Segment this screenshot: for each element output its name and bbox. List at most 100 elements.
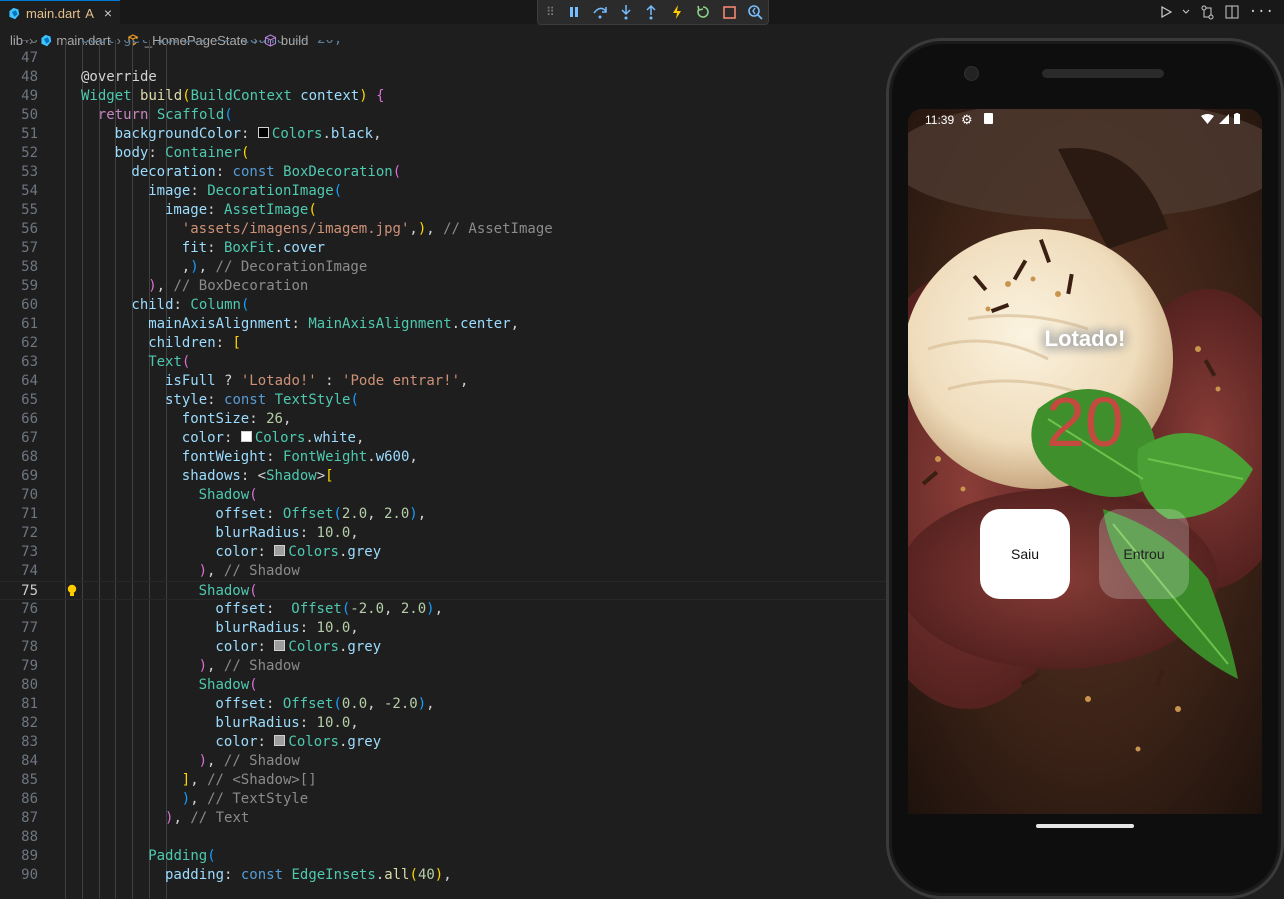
code-token: : (316, 373, 343, 389)
code-token: ) (359, 88, 368, 104)
hot-reload-icon[interactable] (664, 2, 690, 22)
code-line[interactable]: 74), // Shadow (0, 562, 886, 581)
code-line[interactable]: 76 offset: Offset(-2.0, 2.0), (0, 600, 886, 619)
gesture-nav-bar[interactable] (1036, 824, 1134, 828)
code-line[interactable]: 61 mainAxisAlignment: MainAxisAlignment.c… (0, 315, 886, 334)
code-line[interactable]: 50 return Scaffold( (0, 106, 886, 125)
code-line[interactable]: 69 shadows: <Shadow>[ (0, 467, 886, 486)
code-line[interactable]: 46 bool get isFull => count == 20; (0, 40, 886, 49)
code-text: Text( (148, 353, 190, 372)
code-line[interactable]: 90 padding: const EdgeInsets.all(40), (0, 866, 886, 885)
code-line[interactable]: 63 Text( (0, 353, 886, 372)
code-line[interactable]: 59), // BoxDecoration (0, 277, 886, 296)
code-line[interactable]: 82 blurRadius: 10.0, (0, 714, 886, 733)
code-line[interactable]: 57 fit: BoxFit.cover (0, 239, 886, 258)
code-token: . (305, 430, 314, 446)
code-line[interactable]: 65 style: const TextStyle( (0, 391, 886, 410)
tab-close-icon[interactable]: × (104, 5, 112, 21)
code-line[interactable]: 73 color: Colors.grey (0, 543, 886, 562)
code-line[interactable]: 83 color: Colors.grey (0, 733, 886, 752)
code-line[interactable]: 62 children: [ (0, 334, 886, 353)
devtools-icon[interactable] (742, 2, 768, 22)
code-line[interactable]: 55 image: AssetImage( (0, 201, 886, 220)
entrou-button[interactable]: Entrou (1099, 509, 1189, 599)
stop-icon[interactable] (716, 2, 742, 22)
split-editor-icon[interactable] (1225, 5, 1239, 19)
code-line[interactable]: 67 color: Colors.white, (0, 429, 886, 448)
line-number: 52 (21, 145, 38, 161)
code-line[interactable]: 66 fontSize: 26, (0, 410, 886, 429)
drag-handle-icon[interactable]: ⠿ (546, 5, 555, 19)
line-number: 81 (21, 696, 38, 712)
code-line[interactable]: 49 Widget build(BuildContext context) { (0, 87, 886, 106)
code-line[interactable]: 81 offset: Offset(0.0, -2.0), (0, 695, 886, 714)
code-line[interactable]: 56 'assets/imagens/imagem.jpg',), // Asse… (0, 220, 886, 239)
code-text: blurRadius: 10.0, (215, 524, 358, 543)
code-line[interactable]: 58,), // DecorationImage (0, 258, 886, 277)
lightbulb-icon[interactable] (66, 584, 78, 598)
code-token: children (148, 335, 216, 351)
code-token: 40 (417, 867, 435, 883)
code-line[interactable]: 78 color: Colors.grey (0, 638, 886, 657)
color-swatch-icon[interactable] (274, 735, 286, 746)
code-line[interactable]: 52 body: Container( (0, 144, 886, 163)
line-number: 80 (21, 677, 38, 693)
code-token: Scaffold (156, 107, 225, 123)
code-line[interactable]: 86), // TextStyle (0, 790, 886, 809)
code-line[interactable]: 89 Padding( (0, 847, 886, 866)
code-token: // AssetImage (443, 221, 553, 237)
color-swatch-icon[interactable] (240, 431, 252, 442)
chevron-down-icon[interactable] (1182, 9, 1190, 15)
color-swatch-icon[interactable] (257, 127, 269, 138)
code-text: blurRadius: 10.0, (215, 619, 358, 638)
step-into-icon[interactable] (613, 2, 639, 22)
code-line[interactable]: 68 fontWeight: FontWeight.w600, (0, 448, 886, 467)
code-line[interactable]: 87), // Text (0, 809, 886, 828)
color-swatch-icon[interactable] (274, 545, 286, 556)
pause-icon[interactable] (561, 2, 587, 22)
code-line[interactable]: 88 (0, 828, 886, 847)
code-line[interactable]: 79), // Shadow (0, 657, 886, 676)
line-number: 65 (21, 392, 38, 408)
code-editor[interactable]: 46 bool get isFull => count == 20; 47 48 @ov… (0, 40, 886, 899)
code-token: // BoxDecoration (173, 278, 309, 294)
tab-main-dart[interactable]: main.dart A × (0, 0, 120, 25)
code-token: offset (215, 696, 266, 712)
step-over-icon[interactable] (587, 2, 613, 22)
code-line[interactable]: 54 image: DecorationImage( (0, 182, 886, 201)
code-line[interactable]: 47 (0, 49, 886, 68)
color-swatch-icon[interactable] (274, 640, 286, 651)
line-number: 84 (21, 753, 38, 769)
code-line[interactable]: 60 child: Column( (0, 296, 886, 315)
code-line[interactable]: 77 blurRadius: 10.0, (0, 619, 886, 638)
code-line[interactable]: 48 @override (0, 68, 886, 87)
code-token: : (190, 183, 208, 199)
code-line[interactable]: 84), // Shadow (0, 752, 886, 771)
step-out-icon[interactable] (639, 2, 665, 22)
code-line[interactable]: 51 backgroundColor: Colors.black, (0, 125, 886, 144)
code-token: w600 (375, 449, 410, 465)
restart-icon[interactable] (690, 2, 716, 22)
line-number: 48 (21, 69, 38, 85)
code-token: fontSize (181, 411, 250, 427)
code-line[interactable]: 70 Shadow( (0, 486, 886, 505)
code-token: blurRadius (215, 715, 300, 731)
code-token: color (215, 734, 258, 750)
code-line[interactable]: 64 isFull ? 'Lotado!' : 'Pode entrar!', (0, 372, 886, 391)
code-line[interactable]: 72 blurRadius: 10.0, (0, 524, 886, 543)
more-actions-icon[interactable]: ··· (1249, 4, 1274, 20)
saiu-button[interactable]: Saiu (980, 509, 1070, 599)
code-line[interactable]: 53 decoration: const BoxDecoration( (0, 163, 886, 182)
run-icon[interactable] (1160, 6, 1172, 18)
code-line[interactable]: 71 offset: Offset(2.0, 2.0), (0, 505, 886, 524)
code-line[interactable]: 85], // <Shadow>[] (0, 771, 886, 790)
code-line[interactable]: 80 Shadow( (0, 676, 886, 695)
code-token: , (510, 316, 520, 332)
code-token: : (224, 867, 241, 883)
code-line[interactable]: 75 Shadow( (0, 581, 886, 600)
compare-changes-icon[interactable] (1200, 5, 1215, 20)
code-token: DecorationImage (207, 183, 334, 199)
code-token: , (198, 259, 216, 275)
line-number: 57 (21, 240, 38, 256)
code-token: // Shadow (223, 563, 300, 579)
